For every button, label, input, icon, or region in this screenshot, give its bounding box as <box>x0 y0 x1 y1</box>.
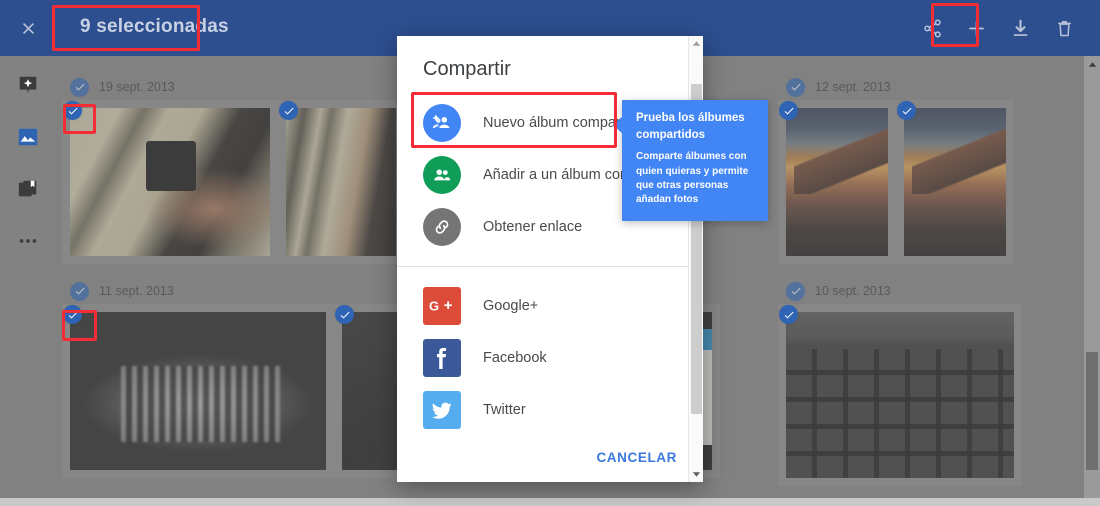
share-button[interactable] <box>910 0 954 56</box>
shared-albums-tooltip: Prueba los álbumes compartidos Comparte … <box>613 100 768 222</box>
dialog-footer: CANCELAR <box>397 436 703 482</box>
photo-select-checkbox[interactable] <box>779 305 798 324</box>
close-icon <box>22 22 34 34</box>
share-option-label: Twitter <box>483 402 526 418</box>
twitter-icon <box>423 391 461 429</box>
share-option-facebook[interactable]: Facebook <box>397 332 703 384</box>
add-icon <box>968 20 984 36</box>
photo-select-checkbox[interactable] <box>63 101 82 120</box>
photo-select-checkbox[interactable] <box>779 101 798 120</box>
sidebar-item-assistant[interactable] <box>15 72 41 98</box>
dialog-title: Compartir <box>423 58 511 80</box>
delete-button[interactable] <box>1042 0 1086 56</box>
page-scroll-up-arrow-icon[interactable] <box>1084 56 1100 72</box>
tooltip-tail <box>613 116 623 134</box>
tooltip-body: Comparte álbumes con quien quieras y per… <box>636 151 749 205</box>
share-icon <box>923 19 941 37</box>
share-option-label: Google+ <box>483 298 539 314</box>
albums-icon <box>18 180 37 197</box>
photo-select-checkbox[interactable] <box>63 305 82 324</box>
delete-icon <box>1057 20 1071 36</box>
photo-select-checkbox[interactable] <box>335 305 354 324</box>
bottom-bar <box>0 498 1100 506</box>
tooltip-title: Prueba los álbumes compartidos <box>636 112 745 141</box>
page-scrollbar[interactable] <box>1084 56 1100 506</box>
share-option-label: Facebook <box>483 350 547 366</box>
google-plus-icon: G <box>423 287 461 325</box>
group-icon <box>423 156 461 194</box>
sidebar-item-albums[interactable] <box>15 176 41 202</box>
share-option-label: Obtener enlace <box>483 219 583 235</box>
cancel-button[interactable]: CANCELAR <box>590 442 683 473</box>
scroll-down-arrow-icon[interactable] <box>689 467 704 482</box>
photo-select-checkbox[interactable] <box>279 101 298 120</box>
scroll-up-arrow-icon[interactable] <box>689 36 704 51</box>
page-scrollbar-thumb[interactable] <box>1086 352 1098 470</box>
dialog-divider <box>397 266 703 267</box>
selection-count-label: 9 seleccionadas <box>80 16 229 37</box>
toolbar-left: 9 seleccionadas <box>0 0 247 56</box>
sidebar-item-more[interactable] <box>15 228 41 254</box>
toolbar-actions <box>910 0 1100 56</box>
share-option-googleplus[interactable]: G Google+ <box>397 280 703 332</box>
photo-select-checkbox[interactable] <box>897 101 916 120</box>
link-icon <box>423 208 461 246</box>
more-icon <box>19 239 37 243</box>
sidebar-item-photos[interactable] <box>15 124 41 150</box>
add-group-icon <box>423 104 461 142</box>
facebook-icon <box>423 339 461 377</box>
assistant-icon <box>19 76 37 94</box>
share-option-twitter[interactable]: Twitter <box>397 384 703 436</box>
selection-count-wrap: 9 seleccionadas <box>62 6 247 50</box>
svg-text:G: G <box>429 299 439 314</box>
close-selection-button[interactable] <box>0 0 56 56</box>
sidebar <box>0 56 56 506</box>
add-to-album-button[interactable] <box>954 0 998 56</box>
app-root: 19 sept. 2013 12 sept. 2013 11 sept. 201… <box>0 0 1100 506</box>
download-icon <box>1013 19 1027 36</box>
download-button[interactable] <box>998 0 1042 56</box>
photos-icon <box>18 128 38 146</box>
